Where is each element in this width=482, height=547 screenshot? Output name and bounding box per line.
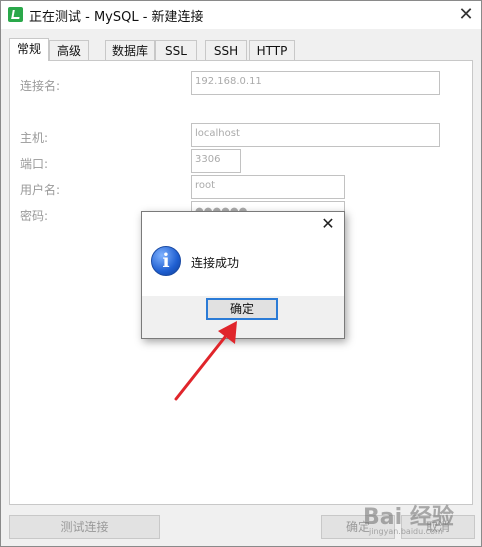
- red-pointer-arrow: [174, 321, 237, 401]
- tab-general[interactable]: 常规: [9, 38, 49, 61]
- new-connection-window: 正在测试 - MySQL - 新建连接 ✕ 常规 高级 数据库 SSL SSH …: [0, 0, 482, 547]
